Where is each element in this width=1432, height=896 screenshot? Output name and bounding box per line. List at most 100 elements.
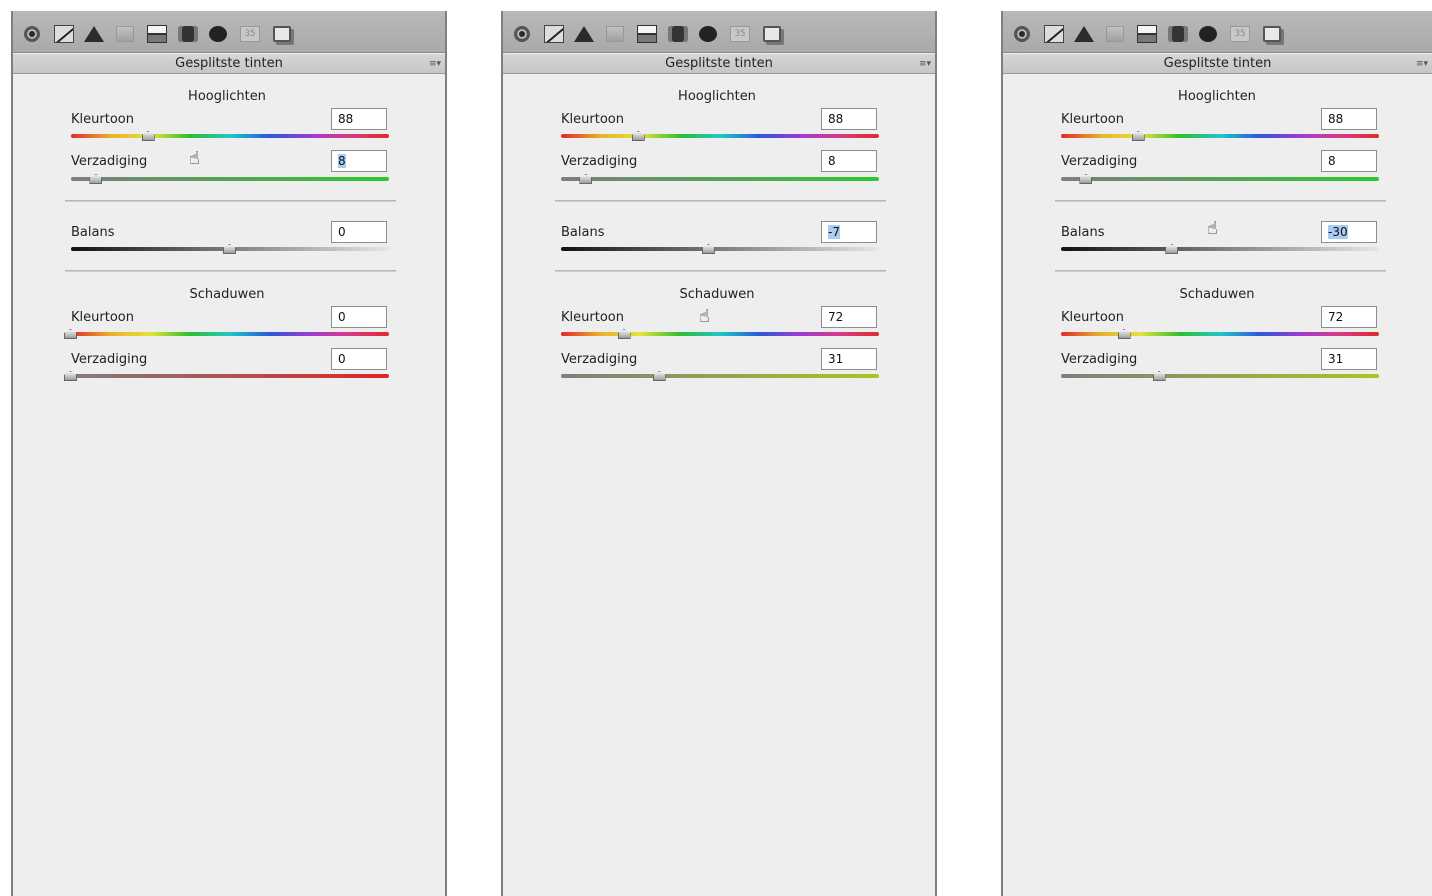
shadows-hue-field[interactable]: 0 bbox=[331, 306, 387, 328]
shadows-hue-thumb[interactable] bbox=[1117, 329, 1131, 339]
balance-slider[interactable] bbox=[561, 247, 879, 251]
aperture-icon[interactable] bbox=[511, 23, 533, 45]
section-divider bbox=[555, 200, 886, 202]
highlights-saturation-slider[interactable] bbox=[561, 177, 879, 181]
highlights-hue-label: Kleurtoon bbox=[561, 112, 624, 127]
camera-calibration-icon[interactable]: 35 bbox=[239, 23, 261, 45]
shadows-saturation-slider[interactable] bbox=[1061, 374, 1379, 378]
highlights-hue-slider[interactable] bbox=[71, 134, 389, 138]
shadows-saturation-slider[interactable] bbox=[561, 374, 879, 378]
highlights-hue-thumb[interactable] bbox=[631, 131, 645, 141]
shadows-saturation-field[interactable]: 31 bbox=[1321, 348, 1377, 370]
panel-title: Gesplitste tinten bbox=[1163, 56, 1272, 71]
split-toning-icon[interactable] bbox=[636, 23, 658, 45]
panel-menu-icon[interactable]: ≡▾ bbox=[429, 54, 441, 74]
lens-corrections-icon[interactable] bbox=[1167, 23, 1189, 45]
panel-toolbar: 35 bbox=[503, 11, 935, 53]
highlights-hue-field[interactable]: 88 bbox=[331, 108, 387, 130]
section-divider bbox=[65, 200, 396, 202]
hand-cursor-icon: ☝ bbox=[699, 306, 710, 327]
shadows-saturation-slider[interactable] bbox=[71, 374, 389, 378]
shadows-saturation-label: Verzadiging bbox=[1061, 352, 1138, 367]
balance-thumb[interactable] bbox=[223, 244, 236, 254]
aperture-icon[interactable] bbox=[21, 23, 43, 45]
balance-thumb[interactable] bbox=[701, 244, 715, 254]
balance-thumb[interactable] bbox=[1165, 244, 1179, 254]
shadows-title: Schaduwen bbox=[679, 287, 755, 302]
balance-slider[interactable] bbox=[1061, 247, 1379, 251]
balance-field[interactable]: 0 bbox=[331, 221, 387, 243]
lens-corrections-icon[interactable] bbox=[667, 23, 689, 45]
tone-curve-icon[interactable] bbox=[1043, 23, 1065, 45]
shadows-hue-slider[interactable] bbox=[1061, 332, 1379, 336]
highlights-saturation-slider[interactable] bbox=[71, 177, 389, 181]
highlights-hue-thumb[interactable] bbox=[141, 131, 155, 141]
detail-icon[interactable] bbox=[573, 23, 595, 45]
highlights-hue-thumb[interactable] bbox=[1131, 131, 1145, 141]
tone-curve-icon[interactable] bbox=[53, 23, 75, 45]
split-toning-icon[interactable] bbox=[1136, 23, 1158, 45]
camera-calibration-icon[interactable]: 35 bbox=[1229, 23, 1251, 45]
hsl-grayscale-icon[interactable] bbox=[604, 23, 626, 45]
highlights-hue-slider[interactable] bbox=[1061, 134, 1379, 138]
presets-icon[interactable] bbox=[1261, 23, 1283, 45]
highlights-saturation-thumb[interactable] bbox=[89, 174, 103, 184]
split-toning-icon[interactable] bbox=[146, 23, 168, 45]
highlights-hue-label: Kleurtoon bbox=[1061, 112, 1124, 127]
camera-calibration-icon[interactable]: 35 bbox=[729, 23, 751, 45]
effects-icon[interactable] bbox=[1197, 23, 1219, 45]
tone-curve-icon[interactable] bbox=[543, 23, 565, 45]
balance-label: Balans bbox=[1061, 225, 1105, 240]
panel-header: Gesplitste tinten ≡▾ bbox=[503, 54, 935, 74]
hsl-grayscale-icon[interactable] bbox=[1104, 23, 1126, 45]
shadows-title: Schaduwen bbox=[1179, 287, 1255, 302]
shadows-hue-slider[interactable] bbox=[71, 332, 389, 336]
shadows-saturation-label: Verzadiging bbox=[71, 352, 148, 367]
highlights-saturation-field[interactable]: 8 bbox=[331, 150, 387, 172]
panel-menu-icon[interactable]: ≡▾ bbox=[1416, 54, 1428, 74]
shadows-saturation-label: Verzadiging bbox=[561, 352, 638, 367]
presets-icon[interactable] bbox=[761, 23, 783, 45]
balance-field[interactable]: -7 bbox=[821, 221, 877, 243]
balance-label: Balans bbox=[71, 225, 115, 240]
split-toning-panel-2: 35 Gesplitste tinten ≡▾ Hooglichten Kleu… bbox=[501, 11, 937, 896]
hsl-grayscale-icon[interactable] bbox=[114, 23, 136, 45]
shadows-saturation-thumb[interactable] bbox=[652, 371, 666, 381]
balance-field[interactable]: -30 bbox=[1321, 221, 1377, 243]
shadows-hue-thumb[interactable] bbox=[64, 329, 77, 339]
shadows-hue-label: Kleurtoon bbox=[561, 310, 624, 325]
shadows-hue-field[interactable]: 72 bbox=[821, 306, 877, 328]
panel-content: Hooglichten Kleurtoon 88 Verzadiging 8 B… bbox=[1003, 75, 1432, 896]
highlights-saturation-thumb[interactable] bbox=[1079, 174, 1093, 184]
highlights-hue-field[interactable]: 88 bbox=[821, 108, 877, 130]
shadows-hue-slider[interactable] bbox=[561, 332, 879, 336]
highlights-hue-field[interactable]: 88 bbox=[1321, 108, 1377, 130]
highlights-saturation-slider[interactable] bbox=[1061, 177, 1379, 181]
highlights-title: Hooglichten bbox=[678, 89, 756, 104]
panel-menu-icon[interactable]: ≡▾ bbox=[919, 54, 931, 74]
highlights-saturation-thumb[interactable] bbox=[579, 174, 593, 184]
highlights-saturation-field[interactable]: 8 bbox=[821, 150, 877, 172]
highlights-saturation-field[interactable]: 8 bbox=[1321, 150, 1377, 172]
shadows-saturation-field[interactable]: 31 bbox=[821, 348, 877, 370]
shadows-saturation-thumb[interactable] bbox=[64, 371, 77, 381]
detail-icon[interactable] bbox=[83, 23, 105, 45]
shadows-saturation-thumb[interactable] bbox=[1152, 371, 1166, 381]
effects-icon[interactable] bbox=[697, 23, 719, 45]
shadows-hue-thumb[interactable] bbox=[617, 329, 631, 339]
highlights-hue-label: Kleurtoon bbox=[71, 112, 134, 127]
presets-icon[interactable] bbox=[271, 23, 293, 45]
panel-toolbar: 35 bbox=[13, 11, 445, 53]
highlights-title: Hooglichten bbox=[1178, 89, 1256, 104]
hand-cursor-icon: ☝ bbox=[1207, 218, 1218, 239]
highlights-saturation-label: Verzadiging bbox=[71, 154, 148, 169]
shadows-saturation-field[interactable]: 0 bbox=[331, 348, 387, 370]
highlights-saturation-label: Verzadiging bbox=[1061, 154, 1138, 169]
shadows-hue-label: Kleurtoon bbox=[1061, 310, 1124, 325]
lens-corrections-icon[interactable] bbox=[177, 23, 199, 45]
highlights-hue-slider[interactable] bbox=[561, 134, 879, 138]
detail-icon[interactable] bbox=[1073, 23, 1095, 45]
shadows-hue-field[interactable]: 72 bbox=[1321, 306, 1377, 328]
aperture-icon[interactable] bbox=[1011, 23, 1033, 45]
effects-icon[interactable] bbox=[207, 23, 229, 45]
